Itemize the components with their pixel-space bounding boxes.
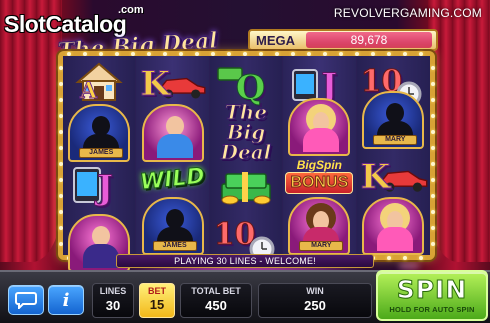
- spin-label: SPIN: [396, 275, 468, 305]
- spin-button[interactable]: SPIN HOLD FOR AUTO SPIN: [376, 270, 488, 321]
- character-blonde: [362, 197, 425, 255]
- character-mary: MARY: [288, 197, 351, 255]
- reel-5: 10 MARY K: [356, 56, 430, 255]
- win-display: WIN 250: [258, 286, 372, 317]
- wild-symbol: WILD: [139, 163, 207, 196]
- character-james: JAMES: [141, 197, 204, 255]
- character-head: [92, 226, 111, 246]
- info-button[interactable]: i: [48, 285, 84, 315]
- symbol-cell: JAMES: [136, 197, 208, 255]
- marquee-bulb: [431, 162, 435, 166]
- symbol-cell: A: [63, 56, 135, 104]
- symbol-cell: J: [63, 162, 135, 214]
- symbol-cell: The Big Deal: [210, 100, 282, 165]
- character-name: JAMES: [79, 148, 124, 158]
- marquee-bulb: [403, 256, 407, 260]
- character-name: MARY: [299, 241, 344, 251]
- character-head: [165, 116, 184, 136]
- lines-display: LINES 30: [92, 286, 134, 317]
- cash-stack-icon: [221, 172, 271, 205]
- brand-suffix: .com: [118, 4, 144, 16]
- house-icon: A: [75, 62, 123, 104]
- marquee-bulb: [431, 146, 435, 150]
- reel-grid: A JAMES J K WILD JAMES Q The Big Deal 10…: [63, 56, 430, 272]
- symbol-cell: J: [283, 56, 355, 107]
- character-silhouette-head: [386, 103, 405, 123]
- chat-button[interactable]: [8, 285, 44, 315]
- character-body: [377, 227, 414, 251]
- card-letter: J: [96, 168, 114, 209]
- marquee-bulb: [431, 98, 435, 102]
- symbol-cell: BigSpin BONUS: [283, 156, 355, 198]
- symbol-cell: MARY: [283, 197, 355, 255]
- stage-light: [398, 262, 420, 270]
- info-icon: i: [62, 289, 70, 311]
- marquee-bulb: [387, 256, 391, 260]
- symbol-cell: [357, 197, 430, 255]
- reel-1: A JAMES J: [63, 56, 137, 272]
- symbol-cell: [283, 97, 355, 156]
- character-name: JAMES: [152, 241, 197, 251]
- reel-2: K WILD JAMES: [136, 56, 210, 255]
- character-body: [303, 127, 340, 152]
- character-silhouette-head: [92, 116, 111, 136]
- marquee-bulb: [431, 114, 435, 118]
- symbol-cell: K: [357, 149, 430, 198]
- symbol-cell: [136, 104, 208, 162]
- symbol-cell: K: [136, 56, 208, 105]
- marquee-bulb: [431, 194, 435, 198]
- chat-bubble-icon: [15, 292, 37, 309]
- symbol-cell: WILD: [136, 162, 208, 197]
- total-bet-value: 450: [205, 298, 227, 313]
- marquee-bulb: [431, 178, 435, 182]
- character-blonde: [288, 97, 351, 156]
- reel-4: J BigSpin BONUS MARY: [283, 56, 357, 255]
- lines-label: LINES: [99, 286, 127, 296]
- character-body: [83, 244, 120, 268]
- marquee-bulb: [431, 130, 435, 134]
- marquee-bulb: [431, 66, 435, 70]
- win-value: 250: [304, 298, 326, 313]
- marquee-bulb: [431, 210, 435, 214]
- card-letter: K: [360, 157, 391, 198]
- symbol-cell: JAMES: [63, 104, 135, 162]
- svg-text:A: A: [79, 78, 98, 104]
- symbol-cell: Q: [210, 56, 282, 109]
- character-silhouette-head: [165, 209, 184, 229]
- big-deal-symbol: The Big Deal: [220, 100, 272, 165]
- symbol-cell: [210, 162, 282, 208]
- marquee-bulb: [431, 226, 435, 230]
- marquee-bulb: [419, 256, 423, 260]
- bet-value: 15: [149, 297, 165, 312]
- bonus-label: BONUS: [285, 172, 354, 195]
- symbol-cell: 10: [210, 209, 282, 262]
- total-bet-label: TOTAL BET: [191, 286, 241, 296]
- bet-label: BET: [148, 286, 166, 296]
- lines-value: 30: [105, 298, 121, 313]
- character-name: MARY: [373, 135, 418, 145]
- jackpot-label: MEGA: [256, 33, 295, 48]
- bonus-subtitle: BigSpin: [296, 158, 343, 173]
- bet-button[interactable]: BET 15: [139, 283, 175, 318]
- character-body: [156, 134, 193, 158]
- spin-hint: HOLD FOR AUTO SPIN: [389, 305, 475, 314]
- jackpot-value: 89,678: [306, 32, 432, 48]
- character-mary-fan: [141, 104, 204, 162]
- character-james: JAMES: [68, 104, 131, 162]
- status-message: PLAYING 30 LINES - WELCOME!: [116, 254, 374, 268]
- symbol-cell: 10: [357, 56, 430, 107]
- site-url: REVOLVERGAMING.COM: [333, 6, 482, 20]
- character-mary: MARY: [362, 91, 425, 149]
- marquee-bulb: [431, 242, 435, 246]
- win-label: WIN: [306, 286, 324, 296]
- jackpot-meter: MEGA 89,678: [248, 29, 438, 51]
- brand-name: SlotCatalog: [4, 11, 127, 37]
- bonus-symbol: BigSpin BONUS: [285, 158, 354, 195]
- card-letter: K: [140, 64, 171, 105]
- marquee-bulb: [431, 82, 435, 86]
- total-bet-display: TOTAL BET 450: [180, 286, 252, 317]
- symbol-cell: MARY: [357, 91, 430, 149]
- reel-3: Q The Big Deal 10: [209, 56, 284, 262]
